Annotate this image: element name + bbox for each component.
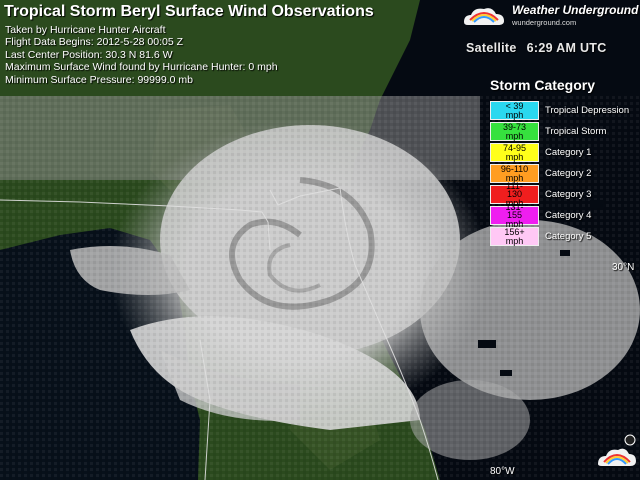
info-center-position: Last Center Position: 30.3 N 81.6 W: [5, 48, 173, 61]
satellite-label: Satellite: [466, 41, 517, 55]
legend-label: Category 1: [545, 147, 592, 158]
weather-underground-logo[interactable]: Weather Underground wunderground.com: [458, 2, 638, 30]
satellite-timestamp: Satellite 6:29 AM UTC: [466, 41, 607, 55]
legend-item-category-1: 74-95 mph Category 1: [490, 143, 640, 162]
storm-category-legend: Storm Category < 39 mph Tropical Depress…: [484, 77, 640, 249]
legend-swatch: 39-73 mph: [490, 122, 539, 141]
logo-name: Weather Underground: [512, 3, 639, 17]
legend-label: Tropical Depression: [545, 105, 630, 116]
rainbow-cloud-icon: [464, 8, 504, 25]
info-aircraft: Taken by Hurricane Hunter Aircraft: [5, 24, 166, 36]
info-flight-begin: Flight Data Begins: 2012-5-28 00:05 Z: [5, 36, 184, 49]
legend-label: Category 2: [545, 168, 592, 179]
legend-swatch: 131-155 mph: [490, 202, 539, 228]
legend-item-tropical-depression: < 39 mph Tropical Depression: [490, 101, 640, 120]
legend-swatch: < 39 mph: [490, 101, 539, 120]
map-title: Tropical Storm Beryl Surface Wind Observ…: [4, 3, 374, 20]
legend-label: Category 4: [545, 210, 592, 221]
legend-item-tropical-storm: 39-73 mph Tropical Storm: [490, 122, 640, 141]
legend-item-category-4: 131-155 mph Category 4: [490, 202, 640, 228]
wunderground-badge-icon: [598, 434, 636, 466]
satellite-time: 6:29 AM UTC: [526, 41, 607, 55]
legend-swatch: 156+ mph: [490, 227, 539, 246]
legend-label: Category 5: [545, 231, 592, 242]
legend-title: Storm Category: [490, 77, 596, 93]
legend-item-category-5: 156+ mph Category 5: [490, 227, 640, 246]
latitude-label: 30°N: [612, 262, 635, 273]
logo-url: wunderground.com: [512, 18, 577, 27]
info-max-wind: Maximum Surface Wind found by Hurricane …: [5, 61, 278, 74]
longitude-label: 80°W: [490, 466, 515, 477]
info-min-pressure: Minimum Surface Pressure: 99999.0 mb: [5, 73, 193, 86]
legend-label: Tropical Storm: [545, 126, 607, 137]
legend-swatch: 74-95 mph: [490, 143, 539, 162]
flight-info: Taken by Hurricane Hunter Aircraft Fligh…: [5, 24, 278, 86]
satellite-map: Tropical Storm Beryl Surface Wind Observ…: [0, 0, 640, 480]
legend-label: Category 3: [545, 189, 592, 200]
